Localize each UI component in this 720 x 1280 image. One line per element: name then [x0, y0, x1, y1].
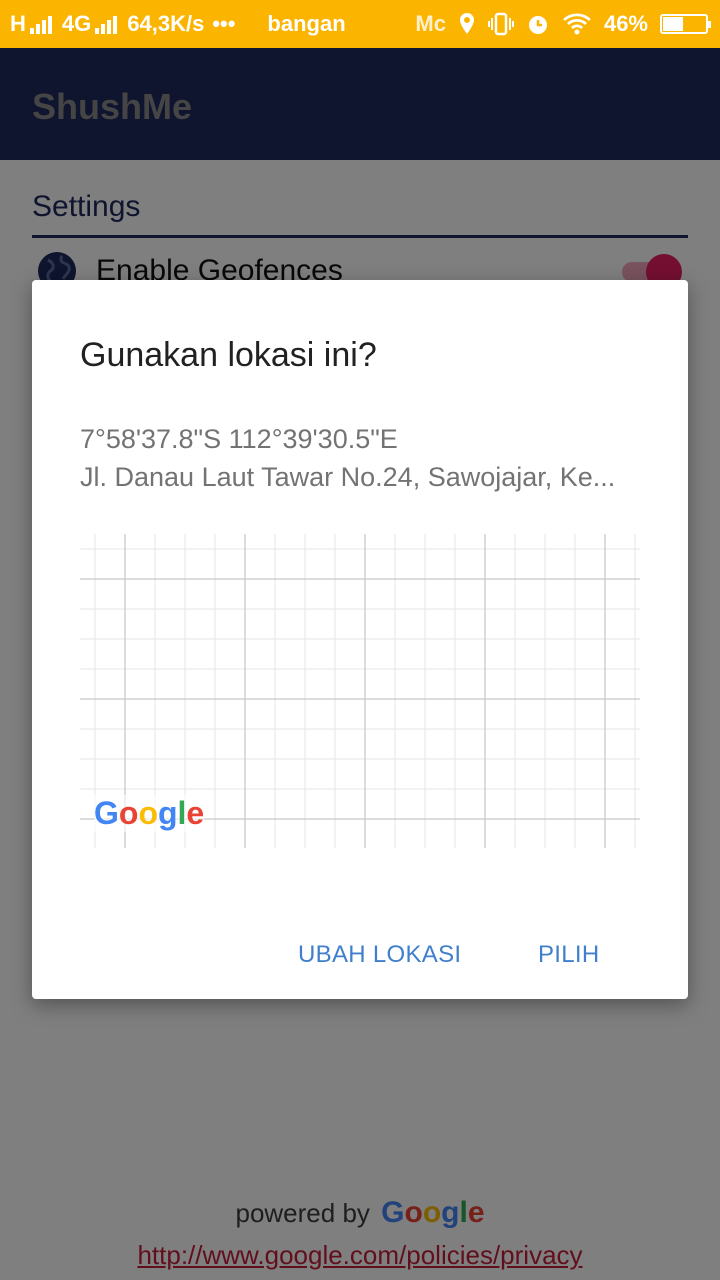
map-preview[interactable]: Google	[80, 534, 640, 848]
battery-icon	[660, 14, 711, 34]
change-location-button[interactable]: UBAH LOKASI	[290, 935, 469, 975]
google-letter: o	[118, 795, 139, 831]
carrier-label-2: Mc	[415, 11, 446, 36]
dialog-actions: UBAH LOKASI PILIH	[32, 899, 688, 999]
map-google-logo: Google	[94, 795, 205, 832]
battery-percent: 46%	[603, 11, 648, 36]
location-coordinates: 7°58'37.8"S 112°39'30.5"E	[80, 424, 398, 454]
signal-icon	[29, 14, 52, 34]
google-letter: e	[186, 795, 205, 831]
network-speed: 64,3K/s	[127, 11, 205, 36]
location-pin-icon	[458, 12, 476, 36]
network-type-4g: 4G	[61, 11, 92, 36]
more-notifications-icon: •••	[212, 11, 236, 36]
vibrate-icon	[487, 12, 514, 36]
network-type-h: H	[10, 11, 26, 36]
alarm-icon	[526, 12, 550, 36]
location-address: Jl. Danau Laut Tawar No.24, Sawojajar, K…	[80, 462, 616, 492]
carrier-label: bangan	[267, 11, 346, 36]
select-button[interactable]: PILIH	[530, 935, 608, 975]
signal-icon-2	[95, 14, 118, 34]
google-letter: g	[157, 795, 178, 831]
wifi-icon	[562, 12, 592, 36]
google-letter: G	[94, 795, 119, 831]
status-bar: H 4G 64,3K/s ••• bangan Mc 46%	[0, 0, 720, 48]
google-letter: o	[138, 795, 158, 831]
dialog-title: Gunakan lokasi ini?	[80, 336, 377, 374]
location-dialog: Gunakan lokasi ini? 7°58'37.8"S 112°39'3…	[32, 280, 688, 999]
